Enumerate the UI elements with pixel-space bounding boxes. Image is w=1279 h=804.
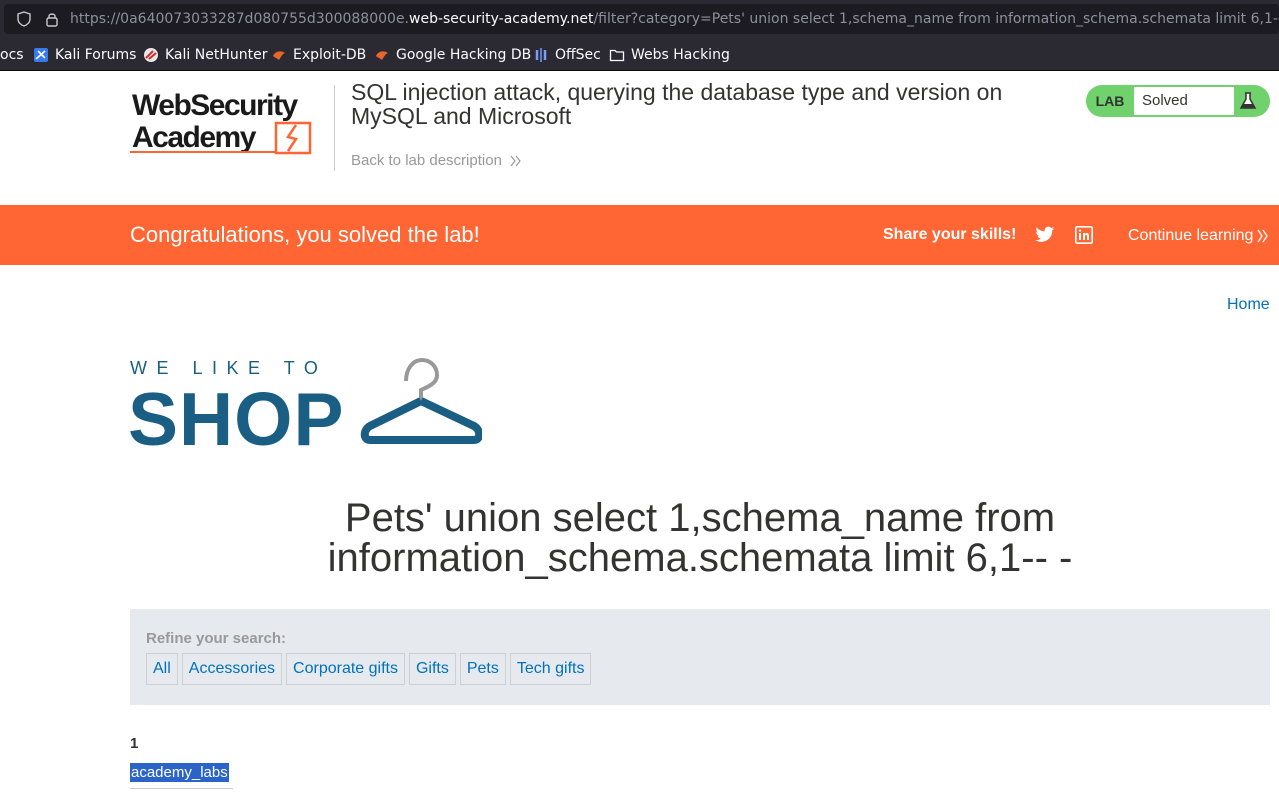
svg-text:WebSecurity: WebSecurity (132, 89, 298, 122)
filter-accessories[interactable]: Accessories (181, 653, 283, 685)
congratulations-banner: Congratulations, you solved the lab! Sha… (0, 205, 1279, 265)
result-number: 1 (130, 735, 139, 752)
filter-gifts[interactable]: Gifts (408, 653, 456, 685)
svg-text:Academy: Academy (132, 121, 257, 154)
bookmark-kali-forums[interactable]: Kali Forums (33, 46, 136, 64)
web-security-academy-logo[interactable]: WebSecurity Academy (130, 85, 330, 157)
kali-forums-icon (34, 48, 48, 62)
bookmark-kali-nethunter[interactable]: Kali NetHunter (143, 46, 267, 64)
congratulations-message: Congratulations, you solved the lab! (130, 222, 480, 247)
bookmark-exploit-db[interactable]: Exploit-DB (271, 46, 366, 64)
lab-tag: LAB (1095, 93, 1125, 109)
result-link[interactable]: academy_labs (130, 763, 229, 782)
refine-search-panel: Refine your search: All Accessories Corp… (130, 609, 1270, 705)
bookmark-google-hacking-db[interactable]: Google Hacking DB (374, 46, 531, 64)
filter-all[interactable]: All (146, 653, 178, 685)
url-host: web-security-academy.net (409, 11, 594, 27)
refine-search-label: Refine your search: (146, 630, 287, 647)
bookmark-label: OffSec (555, 47, 601, 63)
kali-nethunter-icon (144, 48, 158, 62)
lab-status-widget: LAB Solved (1086, 85, 1270, 117)
url-prefix: https://0a640073033287d080755d300088000e… (70, 11, 410, 27)
double-chevron-right-icon (510, 155, 521, 166)
folder-icon (609, 49, 625, 62)
bookmark-docs[interactable]: ocs (0, 46, 24, 64)
lab-status-text: Solved (1134, 87, 1234, 115)
filter-pets[interactable]: Pets (459, 653, 506, 685)
lock-icon[interactable] (44, 11, 60, 27)
share-label: Share your skills! (883, 226, 1017, 243)
logo-divider (334, 85, 335, 171)
shield-icon[interactable] (16, 11, 32, 27)
ghdb-icon (376, 51, 388, 60)
continue-learning-link[interactable]: Continue learning (1128, 227, 1269, 245)
bookmark-label: Webs Hacking (631, 47, 730, 63)
bookmark-folder-webs-hacking[interactable]: Webs Hacking (609, 46, 730, 64)
double-chevron-right-icon (1257, 229, 1269, 243)
category-filters: All Accessories Corporate gifts Gifts Pe… (146, 653, 595, 685)
exploit-db-icon (273, 51, 285, 60)
we-like-to-shop-logo: WE LIKE TO SHOP (130, 357, 482, 448)
svg-text:SHOP: SHOP (130, 377, 345, 448)
bookmark-label: ocs (0, 47, 24, 63)
linkedin-icon[interactable] (1075, 226, 1093, 244)
filter-corporate-gifts[interactable]: Corporate gifts (286, 653, 405, 685)
continue-learning-label: Continue learning (1128, 227, 1254, 244)
search-heading: Pets' union select 1,schema_name from in… (327, 496, 1073, 580)
home-link[interactable]: Home (1227, 296, 1270, 314)
lab-title: SQL injection attack, querying the datab… (351, 79, 1003, 129)
browser-url-bar: https://0a640073033287d080755d300088000e… (0, 0, 1279, 38)
result-divider (130, 788, 233, 789)
bookmark-offsec[interactable]: OffSec (533, 46, 601, 64)
bookmark-label: Kali Forums (55, 47, 137, 63)
bookmark-label: Kali NetHunter (165, 47, 268, 63)
bookmark-label: Exploit-DB (293, 47, 367, 63)
svg-text:WE LIKE TO: WE LIKE TO (130, 358, 327, 378)
address-field[interactable]: https://0a640073033287d080755d300088000e… (4, 4, 1279, 34)
flask-icon (1239, 92, 1257, 109)
url-text[interactable]: https://0a640073033287d080755d300088000e… (70, 10, 1279, 28)
bookmarks-toolbar: ocs Kali Forums Kali NetHunter Exploit-D… (0, 38, 1279, 71)
bookmark-label: Google Hacking DB (396, 47, 532, 63)
filter-tech-gifts[interactable]: Tech gifts (509, 653, 592, 685)
url-path: /filter?category=Pets' union select 1,sc… (593, 11, 1279, 27)
back-to-lab-description-link[interactable]: Back to lab description (351, 152, 522, 169)
back-link-label: Back to lab description (351, 152, 502, 169)
twitter-icon[interactable] (1035, 226, 1055, 244)
lab-header: WebSecurity Academy SQL injection attack… (0, 71, 1279, 205)
offsec-icon (535, 48, 547, 62)
